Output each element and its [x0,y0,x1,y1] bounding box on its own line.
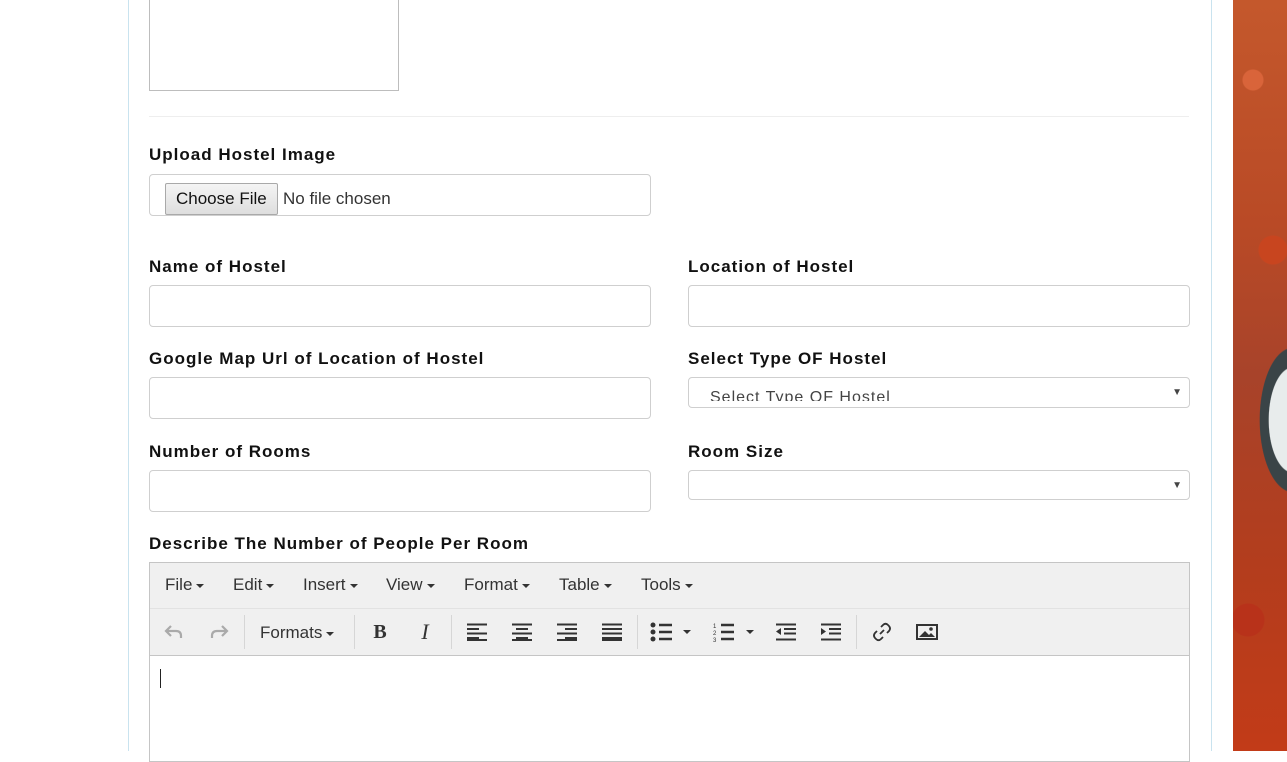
align-justify-icon[interactable] [599,619,625,645]
hostel-type-select[interactable]: Select Type OF Hostel ▼ [688,377,1190,408]
menu-file[interactable]: File [165,575,205,595]
caret-down-icon [521,583,530,588]
svg-text:3: 3 [713,638,717,642]
room-size-select[interactable]: ▼ [688,470,1190,500]
editor-toolbar: Formats B I 123 [150,609,1189,656]
hostel-location-input[interactable] [688,285,1190,327]
align-center-icon[interactable] [509,619,535,645]
align-right-icon[interactable] [554,619,580,645]
bullet-list-icon[interactable] [648,619,698,645]
toolbar-separator [451,615,452,649]
svg-text:1: 1 [713,624,717,630]
redo-icon[interactable] [206,619,232,645]
bold-icon[interactable]: B [367,619,393,645]
caret-down-icon [426,583,435,588]
formats-dropdown[interactable]: Formats [260,623,335,643]
menu-view-label: View [386,575,423,594]
menu-tools-label: Tools [641,575,681,594]
caret-down-icon [326,631,335,636]
toolbar-separator [244,615,245,649]
location-label: Location of Hostel [688,257,855,276]
section-divider [149,116,1189,117]
menu-view[interactable]: View [386,575,435,595]
menu-insert[interactable]: Insert [303,575,358,595]
editor-content-area[interactable] [150,656,1189,761]
hostel-name-input[interactable] [149,285,651,327]
file-input[interactable]: Choose File No file chosen [149,174,651,216]
choose-file-button[interactable]: Choose File [165,183,278,215]
chevron-down-icon: ▼ [1172,387,1182,398]
menu-format[interactable]: Format [464,575,530,595]
caret-down-icon [349,583,358,588]
outdent-icon[interactable] [773,619,799,645]
editor-menubar: File Edit Insert View Format Table Tools [150,563,1189,609]
upload-label: Upload Hostel Image [149,145,337,164]
numbered-list-icon[interactable]: 123 [711,619,761,645]
svg-text:2: 2 [713,631,717,637]
link-icon[interactable] [869,619,895,645]
map-url-label: Google Map Url of Location of Hostel [149,349,485,368]
menu-file-label: File [165,575,193,594]
menu-tools[interactable]: Tools [641,575,693,595]
caret-down-icon [266,583,275,588]
formats-label: Formats [260,623,323,642]
file-status-text: No file chosen [283,189,391,208]
indent-icon[interactable] [818,619,844,645]
caret-down-icon [603,583,612,588]
rich-text-editor: File Edit Insert View Format Table Tools… [149,562,1190,762]
type-label: Select Type OF Hostel [688,349,888,368]
image-preview-box [149,0,399,91]
toolbar-separator [856,615,857,649]
chevron-down-icon: ▼ [1172,480,1182,491]
align-left-icon[interactable] [464,619,490,645]
people-per-room-label: Describe The Number of People Per Room [149,534,529,553]
rooms-label: Number of Rooms [149,442,312,461]
room-size-label: Room Size [688,442,784,461]
menu-edit[interactable]: Edit [233,575,275,595]
name-label: Name of Hostel [149,257,287,276]
number-of-rooms-input[interactable] [149,470,651,512]
undo-icon[interactable] [161,619,187,645]
toolbar-separator [637,615,638,649]
background-photo [1233,0,1287,751]
menu-format-label: Format [464,575,518,594]
menu-table[interactable]: Table [559,575,612,595]
image-icon[interactable] [914,619,940,645]
hostel-type-selected: Select Type OF Hostel [710,389,891,401]
map-url-input[interactable] [149,377,651,419]
caret-down-icon [684,583,693,588]
menu-insert-label: Insert [303,575,346,594]
caret-down-icon [196,583,205,588]
menu-edit-label: Edit [233,575,263,594]
menu-table-label: Table [559,575,600,594]
toolbar-separator [354,615,355,649]
italic-icon[interactable]: I [412,619,438,645]
